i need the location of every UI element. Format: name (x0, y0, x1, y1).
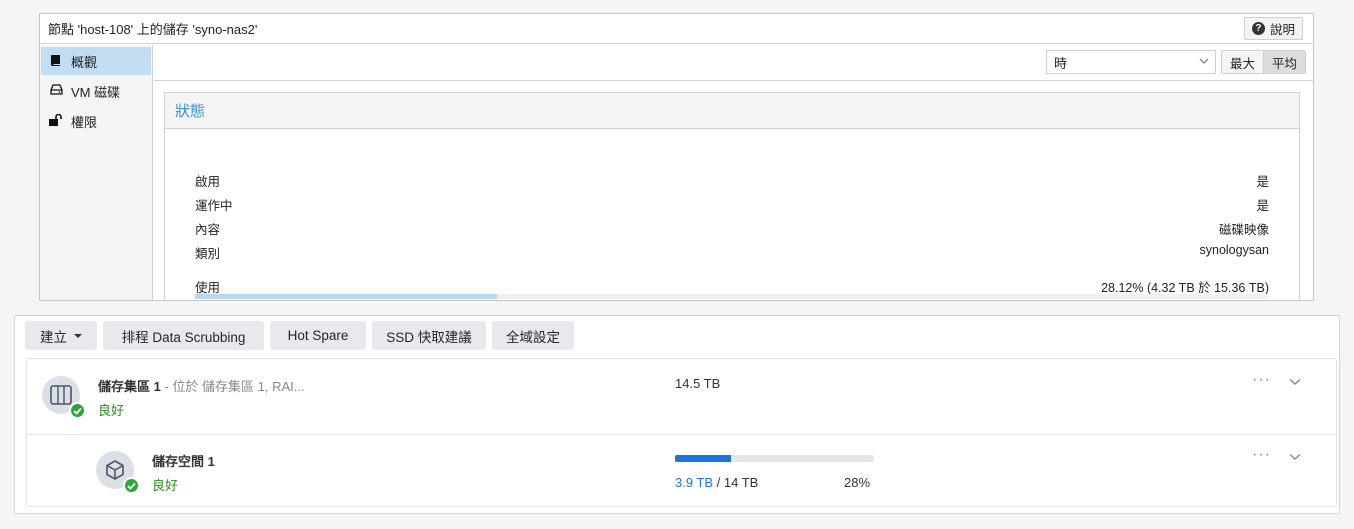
storage-pool-icon (42, 376, 86, 419)
row-key: 內容 (195, 223, 221, 237)
pool-subtitle: - 位於 儲存集區 1, RAI... (160, 379, 305, 394)
volume-expand-chevron-icon[interactable] (1289, 450, 1301, 465)
healthy-check-icon (123, 477, 140, 494)
volume-more-icon[interactable]: ··· (1252, 446, 1271, 464)
row-value: 是 (1256, 199, 1269, 213)
pool-title[interactable]: 儲存集區 1 - 位於 儲存集區 1, RAI... (98, 376, 305, 395)
panel-title-bar: 節點 'host-108' 上的儲存 'syno-nas2' ? 說明 (40, 14, 1313, 44)
status-row-content: 內容 磁碟映像 (195, 219, 1269, 238)
volume-usage-text: 3.9 TB / 14 TB (675, 475, 758, 490)
usage-progress-bar (195, 294, 1269, 299)
status-row-type: 類別 synologysan (195, 243, 1269, 262)
help-label: 說明 (1269, 23, 1295, 37)
timeframe-select[interactable]: 時 (1046, 50, 1216, 74)
summary-toolbar: 時 最大 平均 (154, 45, 1313, 81)
status-row-enabled: 啟用 是 (195, 171, 1269, 190)
ssd-cache-advice-button[interactable]: SSD 快取建議 (372, 321, 486, 350)
row-key: 啟用 (195, 175, 221, 189)
usage-progress-fill (195, 294, 497, 299)
storage-manager: 建立 排程 Data Scrubbing Hot Spare SSD 快取建議 … (14, 315, 1340, 514)
nav-item-summary[interactable]: 概觀 (41, 47, 151, 75)
status-panel: 狀態 啟用 是 運作中 是 內容 磁碟映像 類別 synologysan 使用 … (164, 92, 1300, 300)
storage-pool-card: 儲存集區 1 - 位於 儲存集區 1, RAI... 良好 14.5 TB ··… (26, 358, 1337, 507)
status-row-active: 運作中 是 (195, 195, 1269, 214)
row-key: 類別 (195, 247, 221, 261)
healthy-check-icon (69, 402, 86, 419)
schedule-scrubbing-button[interactable]: 排程 Data Scrubbing (103, 321, 264, 350)
storage-nav: 概觀 VM 磁碟 權限 (40, 45, 153, 300)
volume-total: 14 TB (723, 475, 759, 490)
aggregation-toggle: 最大 平均 (1221, 50, 1307, 74)
volume-title[interactable]: 儲存空間 1 (152, 451, 215, 470)
nav-label-summary: 概觀 (71, 54, 98, 70)
nav-label-permissions: 權限 (71, 114, 98, 130)
row-value: synologysan (1199, 243, 1270, 257)
pool-name: 儲存集區 1 (98, 379, 161, 394)
volume-status: 良好 (152, 478, 179, 493)
status-title: 狀態 (165, 93, 1299, 129)
agg-avg-button[interactable]: 平均 (1263, 51, 1306, 73)
hot-spare-button[interactable]: Hot Spare (270, 321, 366, 350)
row-key: 運作中 (195, 199, 233, 213)
volume-percent: 28% (844, 475, 871, 490)
panel-title: 節點 'host-108' 上的儲存 'syno-nas2' (48, 22, 258, 37)
nav-label-vm-disks: VM 磁碟 (71, 84, 121, 100)
row-divider (27, 434, 1336, 435)
chevron-down-icon (1199, 54, 1209, 71)
create-button[interactable]: 建立 (25, 321, 97, 350)
volume-usage-fill (675, 455, 731, 462)
volume-usage-bar (675, 455, 874, 462)
pool-expand-chevron-icon[interactable] (1289, 375, 1301, 390)
row-value: 磁碟映像 (1218, 223, 1269, 237)
nav-item-permissions[interactable]: 權限 (41, 107, 151, 135)
storage-panel: 節點 'host-108' 上的儲存 'syno-nas2' ? 說明 概觀 V… (39, 13, 1314, 301)
volume-used: 3.9 TB (675, 475, 714, 490)
timeframe-value: 時 (1054, 55, 1068, 71)
nav-item-vm-disks[interactable]: VM 磁碟 (41, 77, 151, 105)
create-label: 建立 (40, 329, 67, 345)
pool-size: 14.5 TB (675, 376, 721, 391)
volume-separator: / (713, 475, 724, 490)
summary-view: 時 最大 平均 狀態 啟用 是 運作中 是 內容 磁碟映像 類別 synolog… (154, 45, 1313, 300)
unlock-icon (49, 113, 63, 129)
agg-max-button[interactable]: 最大 (1222, 51, 1264, 73)
hdd-icon (49, 84, 63, 98)
pool-status: 良好 (98, 403, 125, 418)
question-circle-icon: ? (1251, 22, 1265, 35)
book-icon (49, 54, 63, 69)
global-settings-button[interactable]: 全域設定 (492, 321, 574, 350)
caret-down-icon (74, 333, 82, 338)
pool-more-icon[interactable]: ··· (1252, 371, 1271, 389)
row-value: 是 (1256, 175, 1269, 189)
volume-icon (96, 451, 140, 494)
help-button[interactable]: ? 說明 (1243, 17, 1303, 40)
